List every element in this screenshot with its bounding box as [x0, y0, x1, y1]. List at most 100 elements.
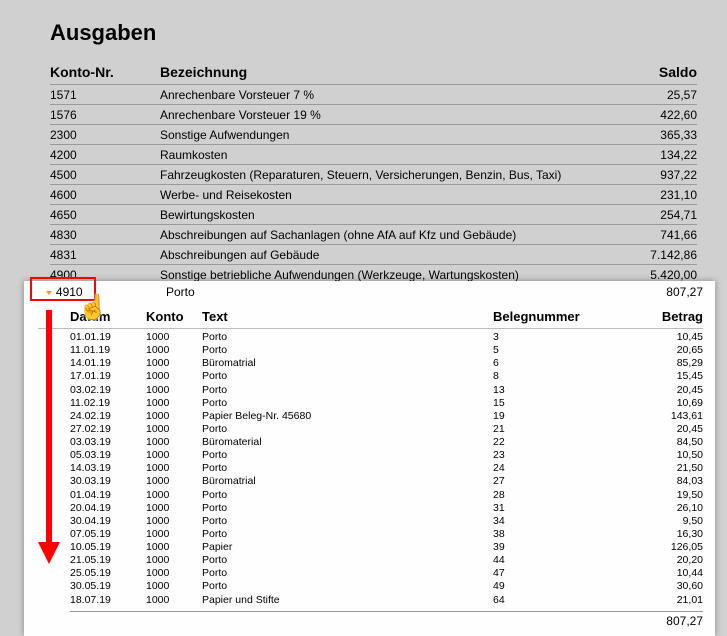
cell-saldo: 937,22: [607, 168, 697, 182]
cell-saldo: 422,60: [607, 108, 697, 122]
detail-row[interactable]: 10.05.191000Papier39126,05: [70, 541, 703, 554]
detail-row[interactable]: 18.07.191000Papier und Stifte6421,01: [70, 594, 703, 607]
detail-row[interactable]: 14.01.191000Büromatrial685,29: [70, 357, 703, 370]
table-row[interactable]: 4200Raumkosten134,22: [50, 144, 697, 164]
cell-betrag: 85,29: [633, 357, 703, 370]
cell-beleg: 8: [493, 370, 633, 383]
cell-text: Porto: [202, 344, 493, 357]
cell-text: Porto: [202, 528, 493, 541]
cell-konto: 1000: [146, 449, 202, 462]
cell-bez: Raumkosten: [160, 148, 607, 162]
cell-betrag: 143,61: [633, 410, 703, 423]
cell-beleg: 19: [493, 410, 633, 423]
detail-rows: 01.01.191000Porto310,4511.01.191000Porto…: [38, 329, 703, 607]
expanded-account-sum: 807,27: [613, 285, 703, 299]
cell-datum: 30.04.19: [70, 515, 146, 528]
cell-betrag: 10,45: [633, 331, 703, 344]
detail-header-datum: Datum: [70, 309, 146, 324]
cell-text: Büromaterial: [202, 436, 493, 449]
expanded-account-panel: ☝️ ▼4910 Porto 807,27 Datum Konto Text B…: [24, 281, 715, 636]
cell-saldo: 25,57: [607, 88, 697, 102]
detail-row[interactable]: 01.01.191000Porto310,45: [70, 331, 703, 344]
expand-toggle-icon[interactable]: ▼: [44, 290, 54, 298]
cell-konto: 1000: [146, 370, 202, 383]
table-row[interactable]: 4500Fahrzeugkosten (Reparaturen, Steuern…: [50, 164, 697, 184]
table-row[interactable]: 4600Werbe- und Reisekosten231,10: [50, 184, 697, 204]
cell-datum: 25.05.19: [70, 567, 146, 580]
cell-konto: 1576: [50, 108, 160, 122]
expanded-account-name: Porto: [166, 285, 613, 299]
cell-konto: 1000: [146, 554, 202, 567]
cell-datum: 17.01.19: [70, 370, 146, 383]
cell-beleg: 38: [493, 528, 633, 541]
cell-konto: 1000: [146, 462, 202, 475]
cell-datum: 30.03.19: [70, 475, 146, 488]
detail-row[interactable]: 30.05.191000Porto4930,60: [70, 580, 703, 593]
detail-total: 807,27: [70, 611, 703, 628]
cell-text: Porto: [202, 462, 493, 475]
cell-bez: Sonstige Aufwendungen: [160, 128, 607, 142]
cell-text: Porto: [202, 567, 493, 580]
cell-beleg: 64: [493, 594, 633, 607]
detail-row[interactable]: 20.04.191000Porto3126,10: [70, 502, 703, 515]
detail-row[interactable]: 27.02.191000Porto2120,45: [70, 423, 703, 436]
cell-beleg: 49: [493, 580, 633, 593]
cell-konto: 1000: [146, 489, 202, 502]
detail-row[interactable]: 05.03.191000Porto2310,50: [70, 449, 703, 462]
cell-text: Porto: [202, 370, 493, 383]
detail-row[interactable]: 11.02.191000Porto1510,69: [70, 397, 703, 410]
detail-row[interactable]: 30.03.191000Büromatrial2784,03: [70, 475, 703, 488]
cell-betrag: 84,03: [633, 475, 703, 488]
cell-bez: Anrechenbare Vorsteuer 19 %: [160, 108, 607, 122]
detail-row[interactable]: 17.01.191000Porto815,45: [70, 370, 703, 383]
cell-beleg: 21: [493, 423, 633, 436]
cell-text: Porto: [202, 515, 493, 528]
header-saldo: Saldo: [607, 64, 697, 80]
table-row[interactable]: 2300Sonstige Aufwendungen365,33: [50, 124, 697, 144]
cell-datum: 03.03.19: [70, 436, 146, 449]
cell-datum: 27.02.19: [70, 423, 146, 436]
detail-row[interactable]: 01.04.191000Porto2819,50: [70, 489, 703, 502]
detail-row[interactable]: 14.03.191000Porto2421,50: [70, 462, 703, 475]
table-row[interactable]: 4650Bewirtungskosten254,71: [50, 204, 697, 224]
table-row[interactable]: 1576Anrechenbare Vorsteuer 19 %422,60: [50, 104, 697, 124]
detail-row[interactable]: 03.02.191000Porto1320,45: [70, 384, 703, 397]
table-row[interactable]: 1571Anrechenbare Vorsteuer 7 %25,57: [50, 84, 697, 104]
cell-konto: 2300: [50, 128, 160, 142]
cell-konto: 4600: [50, 188, 160, 202]
detail-row[interactable]: 07.05.191000Porto3816,30: [70, 528, 703, 541]
detail-row[interactable]: 25.05.191000Porto4710,44: [70, 567, 703, 580]
cell-datum: 10.05.19: [70, 541, 146, 554]
detail-row[interactable]: 21.05.191000Porto4420,20: [70, 554, 703, 567]
header-bez: Bezeichnung: [160, 64, 607, 80]
cell-betrag: 126,05: [633, 541, 703, 554]
cell-datum: 21.05.19: [70, 554, 146, 567]
cell-beleg: 34: [493, 515, 633, 528]
expanded-account-row[interactable]: ☝️ ▼4910 Porto 807,27: [38, 281, 703, 305]
cell-bez: Anrechenbare Vorsteuer 7 %: [160, 88, 607, 102]
cell-bez: Werbe- und Reisekosten: [160, 188, 607, 202]
detail-row[interactable]: 24.02.191000Papier Beleg-Nr. 4568019143,…: [70, 410, 703, 423]
cell-beleg: 15: [493, 397, 633, 410]
table-row[interactable]: 4830Abschreibungen auf Sachanlagen (ohne…: [50, 224, 697, 244]
cell-betrag: 20,65: [633, 344, 703, 357]
cell-betrag: 20,20: [633, 554, 703, 567]
account-rows: 1571Anrechenbare Vorsteuer 7 %25,571576A…: [50, 84, 697, 284]
detail-row[interactable]: 30.04.191000Porto349,50: [70, 515, 703, 528]
cell-konto: 1000: [146, 436, 202, 449]
cell-konto: 1000: [146, 384, 202, 397]
cell-saldo: 365,33: [607, 128, 697, 142]
table-row[interactable]: 4831Abschreibungen auf Gebäude7.142,86: [50, 244, 697, 264]
cell-text: Porto: [202, 384, 493, 397]
cell-konto: 1000: [146, 410, 202, 423]
detail-row[interactable]: 03.03.191000Büromaterial2284,50: [70, 436, 703, 449]
header-konto: Konto-Nr.: [50, 64, 160, 80]
cell-beleg: 24: [493, 462, 633, 475]
cell-betrag: 26,10: [633, 502, 703, 515]
page-title: Ausgaben: [50, 20, 697, 46]
cell-beleg: 3: [493, 331, 633, 344]
cell-text: Porto: [202, 449, 493, 462]
detail-row[interactable]: 11.01.191000Porto520,65: [70, 344, 703, 357]
cell-konto: 1000: [146, 594, 202, 607]
cell-text: Porto: [202, 397, 493, 410]
